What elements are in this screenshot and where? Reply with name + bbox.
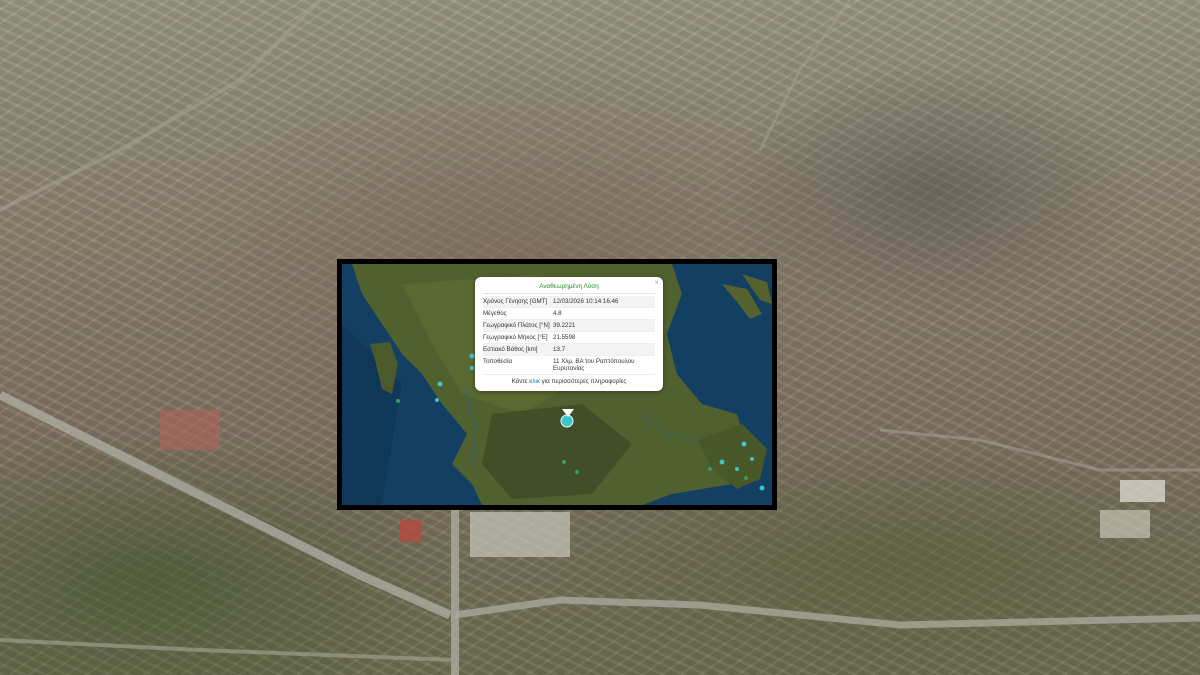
earthquake-marker-icon[interactable] <box>708 467 712 471</box>
table-row: Μέγεθος 4.8 <box>483 308 655 320</box>
footer-prefix: Κάντε <box>511 378 528 385</box>
map-canvas[interactable]: × Αναθεωρημένη Λύση Χρόνος Γένησης [GMT]… <box>342 264 772 505</box>
earthquake-marker-icon[interactable] <box>759 485 765 491</box>
row-value: 21.5598 <box>553 334 576 341</box>
earthquake-marker-icon[interactable] <box>750 457 754 461</box>
row-value: 13.7 <box>553 346 566 353</box>
row-label: Εστιακό Βάθος [km] <box>483 346 538 353</box>
table-row: Γεωγραφικό Μήκος [°E] 21.5598 <box>483 332 655 344</box>
popup-footer: Κάντε κλικ για περισσότερες πληροφορίες <box>483 378 655 385</box>
row-label: Γεωγραφικό Πλάτος [°N] <box>483 322 550 329</box>
row-value: 4.8 <box>553 310 562 317</box>
row-label: Γεωγραφικό Μήκος [°E] <box>483 334 548 341</box>
row-value: 11 Χλμ. ΒΑ του Ραπτόπουλου Ευρυτανίας <box>553 358 635 372</box>
table-row: Εστιακό Βάθος [km] 13.7 <box>483 344 655 356</box>
earthquake-marker-icon[interactable] <box>560 414 574 428</box>
earthquake-marker-icon[interactable] <box>396 399 400 403</box>
more-info-link[interactable]: κλικ <box>529 378 540 385</box>
earthquake-marker-icon[interactable] <box>435 398 439 402</box>
earthquake-marker-icon[interactable] <box>469 353 475 359</box>
table-row: Γεωγραφικό Πλάτος [°N] 39.2221 <box>483 320 655 332</box>
earthquake-info-popup: × Αναθεωρημένη Λύση Χρόνος Γένησης [GMT]… <box>475 277 663 391</box>
row-value: 39.2221 <box>553 322 576 329</box>
table-row: Τοποθεσία 11 Χλμ. ΒΑ του Ραπτόπουλου Ευρ… <box>483 356 655 375</box>
earthquake-marker-icon[interactable] <box>735 467 739 471</box>
row-label: Μέγεθος <box>483 310 507 317</box>
earthquake-marker-icon[interactable] <box>575 470 579 474</box>
earthquake-marker-icon[interactable] <box>744 476 748 480</box>
earthquake-marker-icon[interactable] <box>562 460 566 464</box>
earthquake-marker-icon[interactable] <box>719 459 725 465</box>
row-label: Χρόνος Γένησης [GMT] <box>483 298 548 305</box>
footer-suffix: για περισσότερες πληροφορίες <box>541 378 627 385</box>
row-value: 12/03/2026 10:14:16.46 <box>553 298 619 305</box>
earthquake-marker-icon[interactable] <box>741 441 747 447</box>
earthquake-map-screenshot: × Αναθεωρημένη Λύση Χρόνος Γένησης [GMT]… <box>337 259 777 510</box>
row-label: Τοποθεσία <box>483 358 513 365</box>
earthquake-marker-icon[interactable] <box>470 366 474 370</box>
table-row: Χρόνος Γένησης [GMT] 12/03/2026 10:14:16… <box>483 296 655 308</box>
earthquake-marker-icon[interactable] <box>437 381 443 387</box>
popup-details-table: Χρόνος Γένησης [GMT] 12/03/2026 10:14:16… <box>483 296 655 375</box>
close-icon[interactable]: × <box>654 278 659 287</box>
popup-title: Αναθεωρημένη Λύση <box>483 283 655 294</box>
